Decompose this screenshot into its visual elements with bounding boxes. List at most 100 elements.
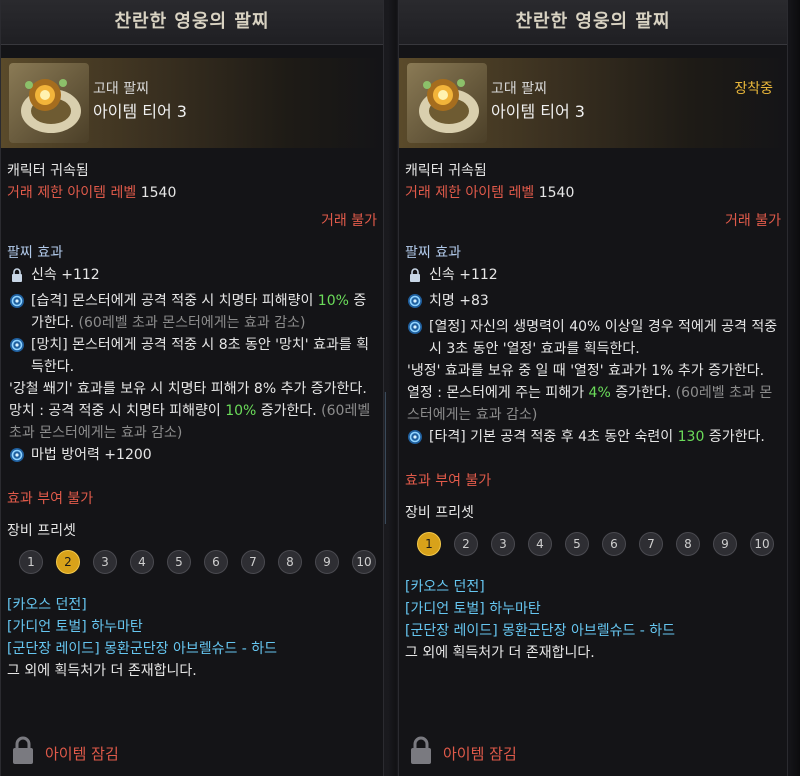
padlock-icon [409, 736, 433, 770]
item-header: 고대 팔찌 아이템 티어 3 장착중 [399, 58, 787, 148]
preset-label: 장비 프리셋 [7, 523, 76, 539]
effect-line: 신속 +112 [405, 264, 781, 290]
item-lock-label: 아이템 잠김 [45, 744, 119, 763]
effect-text: [열정] 자신의 생명력이 40% 이상일 경우 적에게 공격 적중 시 3초 … [429, 316, 781, 360]
effect-line: [망치] 몬스터에게 공격 적중 시 8초 동안 '망치' 효과를 획득한다. [7, 334, 377, 378]
more-sources-note: 그 외에 획득처가 더 존재합니다. [405, 645, 595, 661]
source-item: [카오스 던전] [7, 597, 87, 613]
swirl-icon [7, 290, 31, 316]
bracelet-icon [407, 63, 487, 143]
swirl-icon [405, 316, 429, 342]
bracelet-icon [9, 63, 89, 143]
trade-limit: 거래 제한 아이템 레벨 1540 [405, 182, 781, 204]
effect-section-title: 팔찌 효과 [7, 245, 63, 261]
effect-text-main: '냉정' 효과를 보유 중 일 때 '열정' 효과가 1% 추가 증가한다. [407, 363, 765, 379]
source-list: [카오스 던전] [가디언 토벌] 하누마탄 [군단장 레이드] 몽환군단장 아브렐… [7, 594, 377, 682]
lock-icon [7, 264, 31, 290]
preset-button[interactable]: 10 [750, 532, 774, 556]
trade-limit-value: 1540 [538, 185, 575, 201]
item-details: 캐릭터 귀속됨 거래 제한 아이템 레벨 1540 거래 불가 팔찌 효과 신속 +11… [405, 160, 781, 664]
preset-button[interactable]: 1 [417, 532, 441, 556]
source-item: [카오스 던전] [405, 579, 485, 595]
preset-button[interactable]: 6 [602, 532, 626, 556]
effect-text: [망치] 몬스터에게 공격 적중 시 8초 동안 '망치' 효과를 획득한다. [31, 334, 377, 378]
preset-button[interactable]: 7 [241, 550, 265, 574]
bound-status: 캐릭터 귀속됨 [7, 163, 89, 179]
trade-limit-label: 거래 제한 아이템 레벨 [7, 185, 137, 201]
effect-text-main: [타격] 기본 공격 적중 후 4초 동안 숙련이 [429, 429, 678, 445]
effect-text-main: '강철 쐐기' 효과를 보유 시 치명타 피해가 8% 추가 증가한다. [9, 381, 367, 397]
item-lock-label: 아이템 잠김 [443, 744, 517, 763]
preset-button[interactable]: 8 [676, 532, 700, 556]
effect-text: 신속 +112 [31, 267, 100, 283]
preset-button[interactable]: 5 [565, 532, 589, 556]
source-item: [가디언 토벌] 하누마탄 [405, 601, 541, 617]
preset-button[interactable]: 3 [93, 550, 117, 574]
effect-text-main: [망치] 몬스터에게 공격 적중 시 8초 동안 '망치' 효과를 획득한다. [31, 337, 370, 375]
preset-button[interactable]: 2 [454, 532, 478, 556]
item-title: 찬란한 영웅의 팔찌 [1, 0, 383, 45]
effect-note: (60레벨 초과 몬스터에게는 효과 감소) [74, 315, 306, 331]
preset-button[interactable]: 2 [56, 550, 80, 574]
preset-row: 1 2 3 4 5 6 7 8 9 10 [417, 532, 781, 556]
effect-text: 신속 +112 [429, 267, 498, 283]
effect-text-tail: 증가한다. [610, 385, 672, 401]
effect-text: '강철 쐐기' 효과를 보유 시 치명타 피해가 8% 추가 증가한다. [9, 378, 367, 400]
swirl-icon [405, 426, 429, 452]
trade-status: 거래 불가 [321, 213, 377, 229]
effect-text-main: [습격] 몬스터에게 공격 적중 시 치명타 피해량이 [31, 293, 318, 309]
effect-line: [습격] 몬스터에게 공격 적중 시 치명타 피해량이 10% 증가한다. (6… [7, 290, 377, 334]
effect-text-tail: 증가한다. [256, 403, 317, 419]
effect-line: '냉정' 효과를 보유 중 일 때 '열정' 효과가 1% 추가 증가한다. [405, 360, 781, 382]
trade-status: 거래 불가 [725, 213, 781, 229]
effect-text-main: [열정] 자신의 생명력이 40% 이상일 경우 적에게 공격 적중 시 3초 … [429, 319, 778, 357]
swirl-icon [405, 290, 429, 316]
effect-text: 마법 방어력 +1200 [31, 444, 152, 466]
preset-button[interactable]: 4 [528, 532, 552, 556]
effect-text: '냉정' 효과를 보유 중 일 때 '열정' 효과가 1% 추가 증가한다. [407, 360, 764, 382]
effect-line: 열정 : 몬스터에게 주는 피해가 4% 증가한다. (60레벨 초과 몬스터에… [405, 382, 781, 426]
no-imbue-status: 효과 부여 불가 [7, 491, 94, 507]
effect-line: 망치 : 공격 적중 시 치명타 피해량이 10% 증가한다. (60레벨 초과… [7, 400, 377, 444]
source-item: [군단장 레이드] 몽환군단장 아브렐슈드 - 하드 [405, 623, 676, 639]
item-lock-status[interactable]: 아이템 잠김 [409, 736, 517, 770]
item-header: 고대 팔찌 아이템 티어 3 [1, 58, 383, 148]
effect-text: [습격] 몬스터에게 공격 적중 시 치명타 피해량이 10% 증가한다. (6… [31, 290, 377, 334]
effect-line: 치명 +83 [405, 290, 781, 316]
effect-text: [타격] 기본 공격 적중 후 4초 동안 숙련이 130 증가한다. [429, 426, 765, 448]
item-tier: 아이템 티어 3 [491, 102, 585, 121]
preset-button[interactable]: 3 [491, 532, 515, 556]
effect-text: 망치 : 공격 적중 시 치명타 피해량이 10% 증가한다. (60레벨 초과… [9, 400, 377, 444]
swirl-icon [7, 334, 31, 360]
preset-button[interactable]: 6 [204, 550, 228, 574]
lock-icon [405, 264, 429, 290]
preset-button[interactable]: 1 [19, 550, 43, 574]
effect-highlight: 4% [588, 385, 611, 401]
effect-text-main: 마법 방어력 +1200 [31, 447, 152, 463]
item-lock-status[interactable]: 아이템 잠김 [11, 736, 119, 770]
source-list: [카오스 던전] [가디언 토벌] 하누마탄 [군단장 레이드] 몽환군단장 아브렐… [405, 576, 781, 664]
preset-label: 장비 프리셋 [405, 505, 474, 521]
effect-text-tail: 증가한다. [704, 429, 765, 445]
effect-line: 마법 방어력 +1200 [7, 444, 377, 470]
effect-text-main: 망치 : 공격 적중 시 치명타 피해량이 [9, 403, 226, 419]
preset-button[interactable]: 4 [130, 550, 154, 574]
effect-line: [열정] 자신의 생명력이 40% 이상일 경우 적에게 공격 적중 시 3초 … [405, 316, 781, 360]
no-imbue-status: 효과 부여 불가 [405, 473, 492, 489]
item-grade: 고대 팔찌 [93, 81, 149, 97]
trade-limit: 거래 제한 아이템 레벨 1540 [7, 182, 377, 204]
preset-button[interactable]: 8 [278, 550, 302, 574]
item-tooltip-panel: 찬란한 영웅의 팔찌고대 팔찌 아이템 티어 3 캐릭터 귀속됨거래 제한 아이템 … [0, 0, 384, 776]
preset-row: 1 2 3 4 5 6 7 8 9 10 [19, 550, 377, 574]
item-tooltip-panel: 찬란한 영웅의 팔찌 고대 팔찌 아이템 티어 3 장착중 캐릭터 귀속됨 거래 제한 아… [398, 0, 788, 776]
effect-line: 신속 +112 [7, 264, 377, 290]
preset-button[interactable]: 9 [713, 532, 737, 556]
preset-button[interactable]: 10 [352, 550, 376, 574]
effect-highlight: 130 [677, 429, 705, 445]
preset-button[interactable]: 5 [167, 550, 191, 574]
more-sources-note: 그 외에 획득처가 더 존재합니다. [7, 663, 197, 679]
preset-button[interactable]: 9 [315, 550, 339, 574]
effect-line: '강철 쐐기' 효과를 보유 시 치명타 피해가 8% 추가 증가한다. [7, 378, 377, 400]
effect-highlight: 10% [225, 403, 257, 419]
preset-button[interactable]: 7 [639, 532, 663, 556]
